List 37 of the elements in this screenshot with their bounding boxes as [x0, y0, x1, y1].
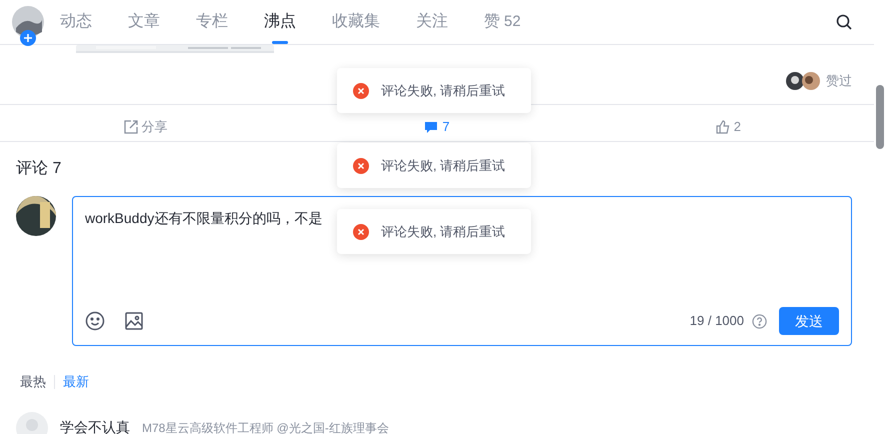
comment-author[interactable]: 学会不认真: [60, 417, 130, 434]
nav-tab[interactable]: 关注: [416, 10, 448, 34]
thumbs-up-icon: [716, 120, 730, 134]
add-icon[interactable]: [20, 30, 36, 46]
share-icon: [124, 120, 138, 134]
comment-icon: [424, 120, 438, 134]
user-avatar[interactable]: [16, 196, 56, 236]
toast-message: 评论失败, 请稍后重试: [381, 82, 506, 100]
nav-tab[interactable]: 赞: [484, 10, 500, 34]
nav-tab[interactable]: 收藏集: [332, 10, 380, 34]
share-button[interactable]: 分享: [124, 117, 168, 137]
error-icon: [353, 82, 369, 98]
author-title: M78星云高级软件工程师 @光之国-红族理事会: [142, 420, 389, 434]
like-button[interactable]: 2: [716, 117, 741, 137]
liker-avatar[interactable]: [786, 72, 804, 90]
image-icon[interactable]: [125, 312, 143, 330]
nav-tab[interactable]: 动态: [60, 10, 92, 34]
nav-tab[interactable]: 文章: [128, 10, 160, 34]
sort-tab[interactable]: 最新: [63, 372, 89, 392]
scrollbar-thumb[interactable]: [876, 85, 884, 149]
help-icon[interactable]: [752, 314, 767, 328]
error-icon: [353, 158, 369, 174]
toast-message: 评论失败, 请稍后重试: [381, 156, 506, 175]
liker-avatar[interactable]: [802, 72, 820, 90]
like-count: 52: [504, 12, 521, 32]
nav-tab[interactable]: 专栏: [196, 10, 228, 34]
emoji-icon[interactable]: [85, 311, 105, 331]
search-icon[interactable]: [836, 14, 852, 30]
sort-tab[interactable]: 最热: [20, 372, 46, 392]
liked-label: 赞过: [826, 72, 852, 90]
submit-button[interactable]: 发送: [779, 307, 839, 335]
comment-button[interactable]: 7: [424, 117, 450, 137]
char-counter: 19 / 1000: [690, 312, 744, 330]
nav-tab[interactable]: 沸点: [264, 10, 296, 34]
comments-title: 评论 7: [16, 159, 62, 179]
error-icon: [353, 224, 369, 240]
toast-message: 评论失败, 请稍后重试: [381, 222, 506, 241]
